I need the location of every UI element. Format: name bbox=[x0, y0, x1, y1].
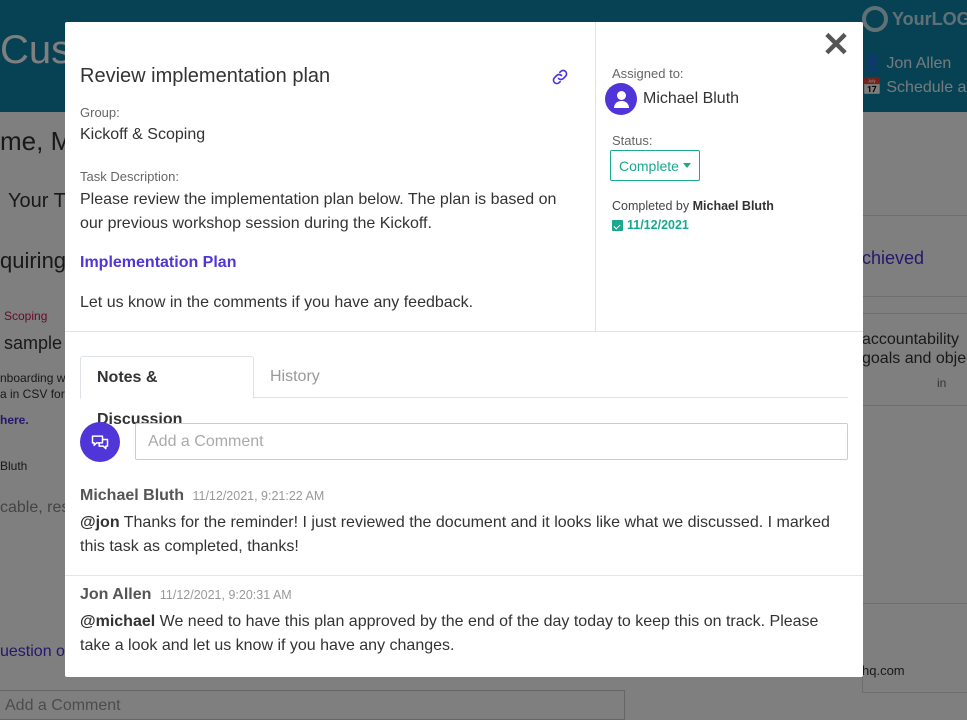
modal-title: Review implementation plan bbox=[80, 65, 331, 87]
tab-notes-discussion[interactable]: Notes & Discussion bbox=[80, 356, 254, 428]
status-value: Complete bbox=[619, 157, 679, 174]
comment-divider bbox=[65, 575, 863, 576]
section-divider bbox=[65, 331, 863, 332]
comment-timestamp: 11/12/2021, 9:21:22 AM bbox=[192, 489, 325, 503]
comment-text: Thanks for the reminder! I just reviewed… bbox=[80, 514, 830, 555]
completed-by-prefix: Completed by bbox=[612, 199, 690, 213]
comment-mention[interactable]: @michael bbox=[80, 613, 155, 630]
tab-bar: Notes & Discussion History bbox=[80, 356, 848, 428]
assigned-label: Assigned to: bbox=[612, 66, 684, 81]
comment-text: We need to have this plan approved by th… bbox=[80, 613, 819, 654]
implementation-plan-link[interactable]: Implementation Plan bbox=[80, 254, 236, 272]
task-details: Review implementation plan Group: Kickof… bbox=[65, 22, 596, 331]
comment-author: Michael Bluth bbox=[80, 487, 185, 504]
assignee: Michael Bluth bbox=[605, 83, 739, 115]
status-dropdown[interactable]: Complete bbox=[610, 150, 700, 181]
completed-by: Completed by Michael Bluth bbox=[612, 199, 774, 213]
link-icon[interactable] bbox=[551, 68, 569, 86]
task-sidebar: Assigned to: Michael Bluth Status: Compl… bbox=[597, 22, 863, 331]
calendar-check-icon bbox=[612, 219, 623, 231]
group-label: Group: bbox=[80, 105, 120, 120]
comment-item: Michael Bluth 11/12/2021, 9:21:22 AM @jo… bbox=[80, 487, 848, 559]
task-modal: ✕ Review implementation plan Group: Kick… bbox=[65, 22, 863, 677]
tab-history[interactable]: History bbox=[254, 356, 336, 398]
comment-mention[interactable]: @jon bbox=[80, 514, 120, 531]
comment-body: @michael We need to have this plan appro… bbox=[80, 610, 848, 658]
chat-icon bbox=[80, 422, 120, 462]
feedback-text: Let us know in the comments if you have … bbox=[80, 294, 474, 311]
completed-by-name: Michael Bluth bbox=[692, 199, 774, 213]
comment-author: Jon Allen bbox=[80, 586, 152, 603]
comment-body: @jon Thanks for the reminder! I just rev… bbox=[80, 511, 848, 559]
comment-item: Jon Allen 11/12/2021, 9:20:31 AM @michae… bbox=[80, 586, 848, 658]
description-text: Please review the implementation plan be… bbox=[80, 191, 557, 232]
assignee-name: Michael Bluth bbox=[643, 90, 740, 107]
caret-down-icon bbox=[682, 163, 691, 168]
comment-input[interactable] bbox=[135, 423, 848, 460]
completed-date-value: 11/12/2021 bbox=[627, 218, 689, 232]
completed-date: 11/12/2021 bbox=[612, 218, 689, 232]
group-value: Kickoff & Scoping bbox=[80, 126, 206, 143]
user-icon bbox=[605, 83, 637, 115]
status-label: Status: bbox=[612, 133, 653, 148]
comment-timestamp: 11/12/2021, 9:20:31 AM bbox=[159, 588, 292, 602]
description-label: Task Description: bbox=[80, 169, 179, 184]
